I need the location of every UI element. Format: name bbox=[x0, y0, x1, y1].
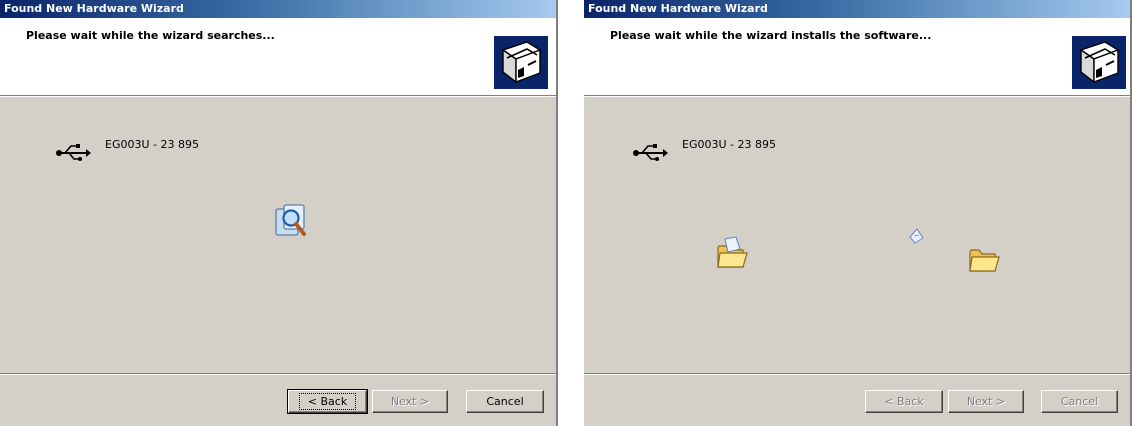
magnifier-search-icon bbox=[274, 203, 308, 237]
hardware-wizard-icon bbox=[1072, 36, 1126, 89]
device-row: EG003U - 23 895 bbox=[632, 138, 776, 164]
wizard-header: Please wait while the wizard searches... bbox=[0, 18, 556, 96]
usb-icon bbox=[55, 142, 91, 164]
device-row: EG003U - 23 895 bbox=[55, 138, 199, 164]
back-button[interactable]: < Back bbox=[865, 390, 943, 413]
device-name: EG003U - 23 895 bbox=[682, 138, 776, 151]
next-button[interactable]: Next > bbox=[948, 390, 1024, 413]
flying-document-icon bbox=[908, 228, 924, 244]
footer-divider bbox=[0, 373, 556, 375]
wizard-window-installing: Found New Hardware Wizard Please wait wh… bbox=[584, 0, 1132, 426]
back-button[interactable]: < Back bbox=[287, 389, 368, 414]
header-text: Please wait while the wizard installs th… bbox=[610, 29, 932, 42]
device-name: EG003U - 23 895 bbox=[105, 138, 199, 151]
wizard-window-searching: Found New Hardware Wizard Please wait wh… bbox=[0, 0, 558, 426]
title-bar[interactable]: Found New Hardware Wizard bbox=[0, 0, 556, 18]
footer-divider bbox=[584, 373, 1130, 375]
hardware-wizard-icon bbox=[494, 36, 548, 89]
back-button-label: < Back bbox=[298, 393, 357, 410]
source-folder-icon bbox=[716, 236, 748, 270]
cancel-button[interactable]: Cancel bbox=[1041, 390, 1118, 413]
usb-icon bbox=[632, 142, 668, 164]
next-button[interactable]: Next > bbox=[372, 390, 448, 413]
header-text: Please wait while the wizard searches... bbox=[26, 29, 275, 42]
cancel-button[interactable]: Cancel bbox=[466, 390, 544, 413]
title-bar[interactable]: Found New Hardware Wizard bbox=[584, 0, 1130, 18]
destination-folder-icon bbox=[968, 244, 1000, 274]
wizard-header: Please wait while the wizard installs th… bbox=[584, 18, 1130, 96]
